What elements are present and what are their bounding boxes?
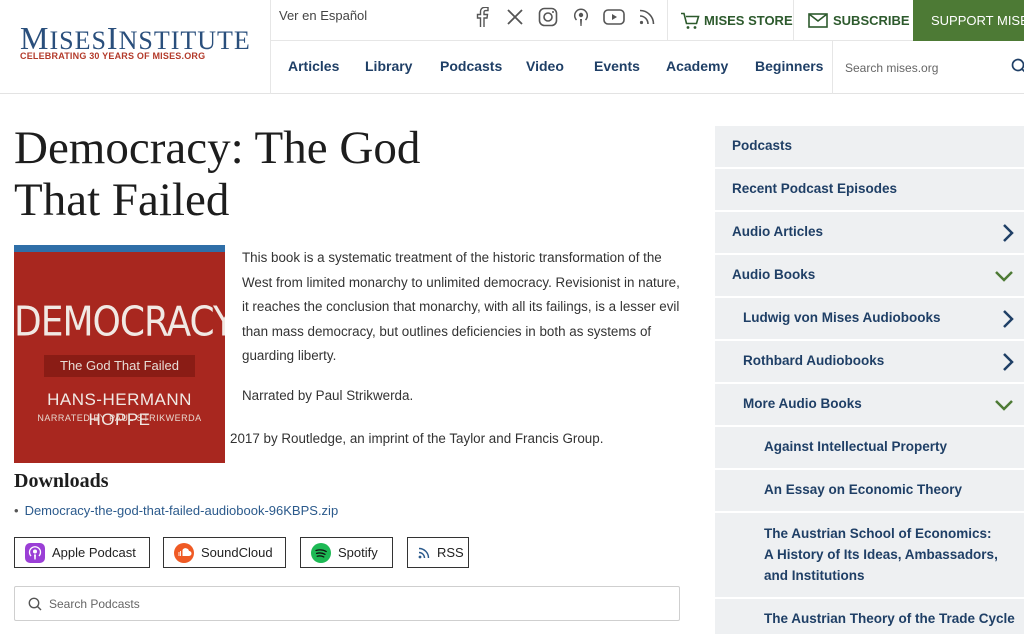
search-icon [28, 597, 42, 611]
soundcloud-icon [174, 542, 194, 563]
page-title: Democracy: The God That Failed [14, 122, 421, 226]
x-icon[interactable] [504, 6, 526, 28]
chevron-down-icon[interactable] [994, 270, 1014, 282]
download-item: • Democracy-the-god-that-failed-audiobook… [14, 503, 338, 518]
nav-beginners[interactable]: Beginners [755, 58, 823, 74]
apple-podcast-icon [25, 542, 45, 563]
sidebar-item-label: An Essay on Economic Theory [764, 482, 963, 497]
rss-icon[interactable] [636, 6, 658, 28]
podcast-sidebar: Podcasts Recent Podcast Episodes Audio A… [715, 126, 1024, 634]
chevron-right-icon[interactable] [1002, 352, 1014, 372]
sidebar-item-label: Podcasts [732, 138, 793, 153]
sidebar-item-label: The Austrian Theory of the Trade Cycle [764, 611, 1015, 626]
cover-title: DEMOCRACY [14, 298, 225, 347]
cart-icon [681, 12, 700, 29]
facebook-icon[interactable] [471, 6, 493, 28]
cover-subtitle: The God That Failed [44, 355, 195, 377]
rss-feed-icon [418, 547, 430, 558]
nav-articles[interactable]: Articles [288, 58, 339, 74]
downloads-heading: Downloads [14, 470, 109, 492]
sidebar-item-audio-articles[interactable]: Audio Articles [715, 212, 1024, 255]
rss-label: RSS [437, 545, 464, 560]
nav-events[interactable]: Events [594, 58, 640, 74]
podcast-search-input[interactable] [49, 587, 649, 620]
subscribe-link[interactable]: SUBSCRIBE [793, 0, 913, 41]
podcast-icon[interactable] [570, 6, 592, 28]
envelope-icon [808, 13, 828, 28]
nav-academy[interactable]: Academy [666, 58, 728, 74]
language-link[interactable]: Ver en Español [279, 8, 367, 23]
spotify-label: Spotify [338, 545, 378, 560]
narrator-credit: Narrated by Paul Strikwerda. [242, 388, 414, 403]
spotify-button[interactable]: Spotify [300, 537, 393, 568]
cover-narrator: NARRATED BY PAUL STRIKWERDA [37, 413, 202, 423]
subscribe-label: SUBSCRIBE [833, 13, 910, 28]
book-cover: DEMOCRACY The God That Failed HANS-HERMA… [14, 245, 225, 463]
chevron-right-icon[interactable] [1002, 309, 1014, 329]
logo-tagline: CELEBRATING 30 YEARS OF MISES.ORG [20, 51, 206, 61]
sidebar-item-label: The Austrian School of Economics: A Hist… [764, 526, 998, 583]
search-icon[interactable] [1011, 58, 1024, 74]
store-label: MISES STORE [704, 13, 793, 28]
sidebar-item-mises-audiobooks[interactable]: Ludwig von Mises Audiobooks [715, 298, 1024, 341]
bullet: • [14, 503, 19, 518]
support-button[interactable]: SUPPORT MISES [913, 0, 1024, 41]
sidebar-item-against-ip[interactable]: Against Intellectual Property [715, 427, 1024, 470]
rss-button[interactable]: RSS [407, 537, 469, 568]
sidebar-item-rothbard-audiobooks[interactable]: Rothbard Audiobooks [715, 341, 1024, 384]
soundcloud-button[interactable]: SoundCloud [163, 537, 286, 568]
spotify-icon [311, 542, 331, 563]
nav-video[interactable]: Video [526, 58, 564, 74]
podcast-search [14, 586, 680, 621]
chevron-right-icon[interactable] [1002, 223, 1014, 243]
sidebar-item-trade-cycle[interactable]: The Austrian Theory of the Trade Cycle [715, 599, 1024, 634]
apple-podcast-button[interactable]: Apple Podcast [14, 537, 150, 568]
sidebar-item-essay-economic-theory[interactable]: An Essay on Economic Theory [715, 470, 1024, 513]
social-links [471, 6, 658, 28]
sidebar-item-audio-books[interactable]: Audio Books [715, 255, 1024, 298]
apple-podcast-label: Apple Podcast [52, 545, 136, 560]
sidebar-item-label: Against Intellectual Property [764, 439, 948, 454]
sidebar-item-label: Audio Books [732, 267, 816, 282]
chevron-down-icon[interactable] [994, 399, 1014, 411]
site-search [832, 41, 1024, 94]
sidebar-item-label: Audio Articles [732, 224, 824, 239]
logo-area[interactable]: MISESINSTITUTE CELEBRATING 30 YEARS OF M… [0, 0, 271, 94]
sidebar-item-recent-episodes[interactable]: Recent Podcast Episodes [715, 169, 1024, 212]
nav-library[interactable]: Library [365, 58, 412, 74]
utility-bar: Ver en Español MISES STORE SUBSCRIBE SUP… [271, 0, 1024, 41]
soundcloud-label: SoundCloud [201, 545, 273, 560]
sidebar-item-podcasts[interactable]: Podcasts [715, 126, 1024, 169]
sidebar-item-label: Ludwig von Mises Audiobooks [743, 310, 941, 325]
youtube-icon[interactable] [603, 6, 625, 28]
book-description: This book is a systematic treatment of t… [242, 250, 680, 363]
sidebar-item-austrian-school[interactable]: The Austrian School of Economics: A Hist… [715, 513, 1024, 599]
cover-author: HANS-HERMANN HOPPE [47, 390, 192, 429]
instagram-icon[interactable] [537, 6, 559, 28]
nav-podcasts[interactable]: Podcasts [440, 58, 502, 74]
store-link[interactable]: MISES STORE [667, 0, 793, 41]
sidebar-item-label: Recent Podcast Episodes [732, 181, 898, 196]
site-header: MISESINSTITUTE CELEBRATING 30 YEARS OF M… [0, 0, 1024, 94]
main-nav: Articles Library Podcasts Video Events A… [271, 41, 833, 94]
sidebar-item-more-audio-books[interactable]: More Audio Books [715, 384, 1024, 427]
download-link[interactable]: Democracy-the-god-that-failed-audiobook-… [25, 503, 339, 518]
sidebar-item-label: More Audio Books [743, 396, 862, 411]
site-search-input[interactable] [833, 41, 1024, 94]
sidebar-item-label: Rothbard Audiobooks [743, 353, 885, 368]
publisher-credit: 2017 by Routledge, an imprint of the Tay… [230, 431, 604, 446]
